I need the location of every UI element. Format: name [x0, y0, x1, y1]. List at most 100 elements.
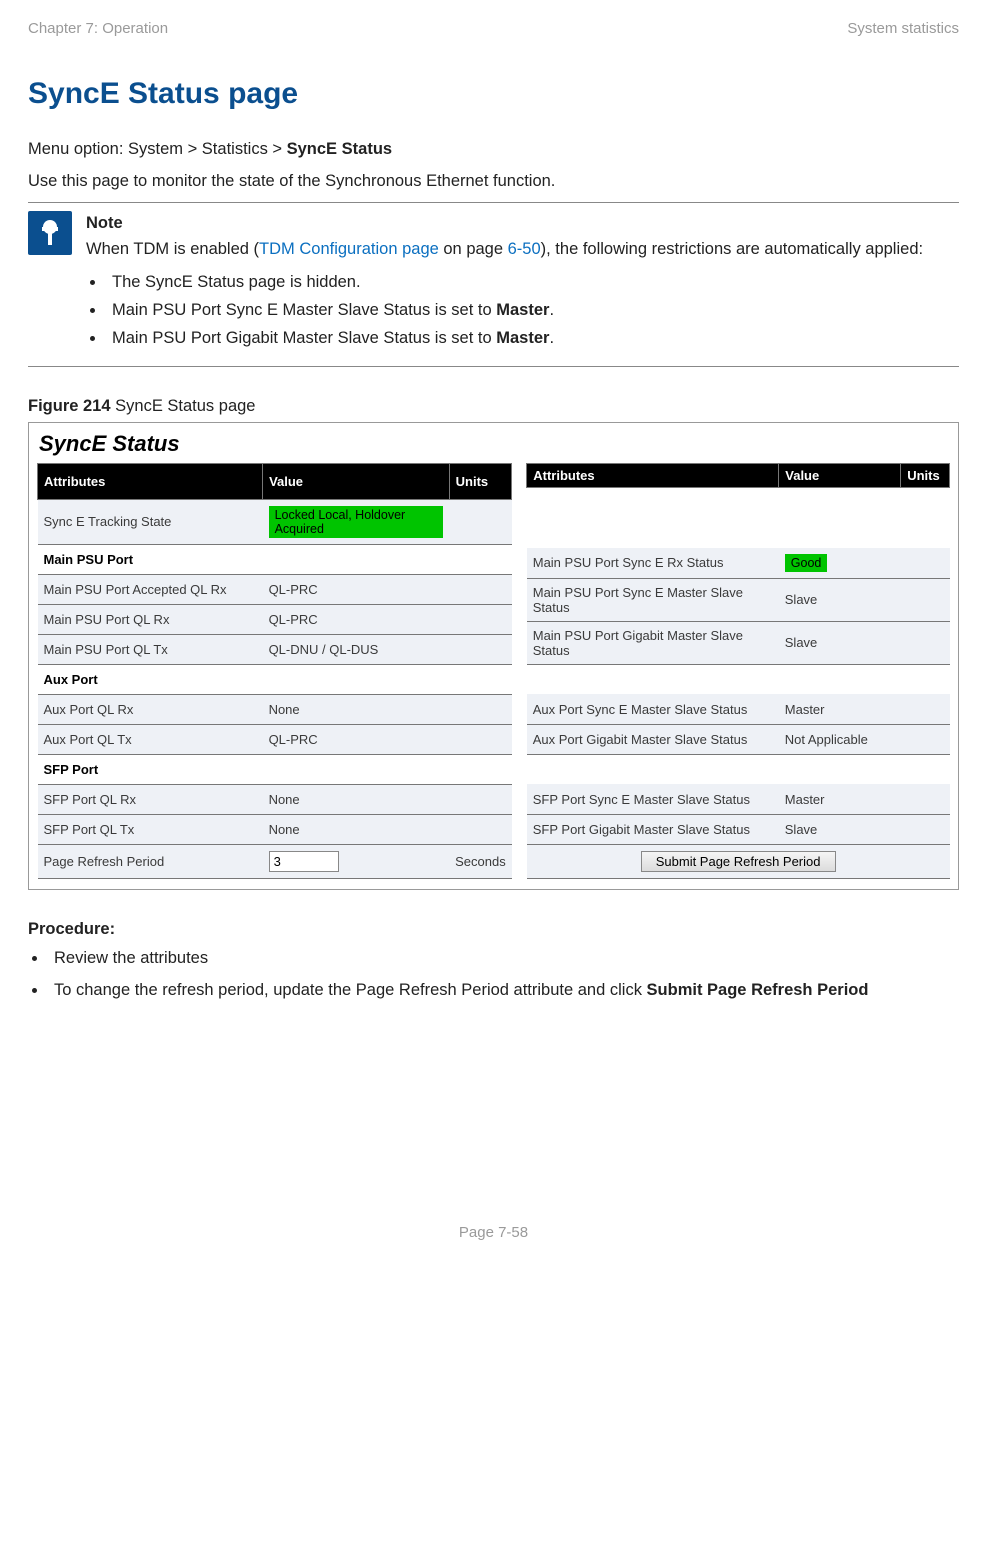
units-cell: [901, 814, 950, 844]
col-value: Value: [779, 464, 901, 488]
bullet-bold: Master: [496, 329, 549, 347]
note-text: When TDM is enabled (: [86, 240, 259, 258]
attr-cell: Main PSU Port QL Tx: [38, 634, 263, 664]
value-cell: None: [263, 784, 450, 814]
col-units: Units: [449, 464, 512, 500]
note-bullet-list: The SyncE Status page is hidden. Main PS…: [106, 268, 923, 352]
attr-cell: Main PSU Port Sync E Master Slave Status: [527, 578, 779, 621]
col-units: Units: [901, 464, 950, 488]
attr-cell: Main PSU Port Sync E Rx Status: [527, 548, 779, 579]
col-attributes: Attributes: [527, 464, 779, 488]
status-table-left: Attributes Value Units Sync E Tracking S…: [37, 463, 512, 879]
table-row: Main PSU Port Accepted QL RxQL-PRC: [38, 574, 512, 604]
table-row: Aux Port QL TxQL-PRC: [38, 724, 512, 754]
table-row: Main PSU Port Gigabit Master Slave Statu…: [527, 621, 950, 664]
attr-cell: Main PSU Port QL Rx: [38, 604, 263, 634]
attr-cell: Aux Port QL Rx: [38, 694, 263, 724]
status-badge: Locked Local, Holdover Acquired: [269, 506, 444, 538]
status-tables: Attributes Value Units Sync E Tracking S…: [37, 463, 950, 879]
units-cell: [449, 784, 512, 814]
tdm-config-link[interactable]: TDM Configuration page: [259, 240, 439, 258]
attr-cell: Main PSU Port Gigabit Master Slave Statu…: [527, 621, 779, 664]
units-cell: [449, 499, 512, 544]
section-label: Main PSU Port: [38, 544, 512, 574]
intro-text: Use this page to monitor the state of th…: [28, 169, 959, 195]
attr-cell: Aux Port Gigabit Master Slave Status: [527, 724, 779, 754]
header-right: System statistics: [847, 20, 959, 37]
units-cell: [449, 814, 512, 844]
attr-cell: Aux Port Sync E Master Slave Status: [527, 694, 779, 724]
page-ref-link[interactable]: 6-50: [508, 240, 541, 258]
divider: [28, 202, 959, 203]
note-label: Note: [86, 211, 923, 237]
refresh-units: Seconds: [449, 844, 512, 878]
empty-row: [527, 518, 950, 548]
item-text: To change the refresh period, update the…: [54, 981, 647, 999]
running-header: Chapter 7: Operation System statistics: [28, 20, 959, 37]
note-text: on page: [439, 240, 508, 258]
units-cell: [901, 578, 950, 621]
page-refresh-input[interactable]: [269, 851, 339, 872]
empty-row: [527, 664, 950, 694]
header-left: Chapter 7: Operation: [28, 20, 168, 37]
value-cell: None: [263, 814, 450, 844]
submit-cell: Submit Page Refresh Period: [527, 844, 950, 878]
attr-cell: SFP Port Sync E Master Slave Status: [527, 784, 779, 814]
units-cell: [901, 694, 950, 724]
value-cell: QL-DNU / QL-DUS: [263, 634, 450, 664]
value-cell: None: [263, 694, 450, 724]
note-line: When TDM is enabled (TDM Configuration p…: [86, 237, 923, 263]
procedure-item: Review the attributes: [48, 945, 959, 971]
refresh-label: Page Refresh Period: [38, 844, 263, 878]
table-header-row: Attributes Value Units: [527, 464, 950, 488]
page-title: SyncE Status page: [28, 77, 959, 111]
refresh-value-cell: [263, 844, 450, 878]
units-cell: [449, 724, 512, 754]
attr-cell: SFP Port QL Tx: [38, 814, 263, 844]
section-row: Main PSU Port: [38, 544, 512, 574]
table-row: SFP Port QL TxNone: [38, 814, 512, 844]
menu-path-prefix: Menu option: System > Statistics >: [28, 140, 287, 158]
value-cell: Slave: [779, 578, 901, 621]
figure-title: SyncE Status page: [111, 397, 256, 415]
value-cell: Slave: [779, 621, 901, 664]
bullet-text: .: [549, 329, 554, 347]
value-cell: Master: [779, 784, 901, 814]
note-body: Note When TDM is enabled (TDM Configurat…: [86, 211, 923, 358]
section-row: SFP Port: [38, 754, 512, 784]
value-cell: QL-PRC: [263, 724, 450, 754]
value-cell: QL-PRC: [263, 604, 450, 634]
bullet-text: The SyncE Status page is hidden.: [112, 273, 361, 291]
table-header-row: Attributes Value Units: [38, 464, 512, 500]
table-row: Main PSU Port QL RxQL-PRC: [38, 604, 512, 634]
bullet-text: Main PSU Port Gigabit Master Slave Statu…: [112, 329, 496, 347]
table-row: SFP Port Gigabit Master Slave StatusSlav…: [527, 814, 950, 844]
empty-row: [527, 488, 950, 518]
table-row: Main PSU Port QL TxQL-DNU / QL-DUS: [38, 634, 512, 664]
menu-path: Menu option: System > Statistics > SyncE…: [28, 137, 959, 163]
note-text: ), the following restrictions are automa…: [541, 240, 923, 258]
item-bold: Submit Page Refresh Period: [647, 981, 869, 999]
procedure-block: Procedure: Review the attributes To chan…: [28, 920, 959, 1004]
empty-row: [527, 754, 950, 784]
table-row: Aux Port QL RxNone: [38, 694, 512, 724]
bullet-bold: Master: [496, 301, 549, 319]
status-table-right: Attributes Value Units Main PSU Port Syn…: [526, 463, 950, 879]
procedure-list: Review the attributes To change the refr…: [34, 945, 959, 1004]
divider: [28, 366, 959, 367]
submit-refresh-button[interactable]: Submit Page Refresh Period: [641, 851, 836, 872]
attr-cell: SFP Port Gigabit Master Slave Status: [527, 814, 779, 844]
table-row: Aux Port Gigabit Master Slave StatusNot …: [527, 724, 950, 754]
value-cell: Good: [779, 548, 901, 579]
status-badge: Good: [785, 554, 828, 572]
section-row: Aux Port: [38, 664, 512, 694]
note-bullet: Main PSU Port Sync E Master Slave Status…: [106, 296, 923, 324]
value-cell: Not Applicable: [779, 724, 901, 754]
units-cell: [449, 694, 512, 724]
col-attributes: Attributes: [38, 464, 263, 500]
procedure-heading: Procedure:: [28, 920, 959, 939]
panel-title: SyncE Status: [39, 431, 950, 457]
bullet-text: .: [549, 301, 554, 319]
table-row: Main PSU Port Sync E Rx Status Good: [527, 548, 950, 579]
figure-panel: SyncE Status Attributes Value Units Sync…: [28, 422, 959, 890]
